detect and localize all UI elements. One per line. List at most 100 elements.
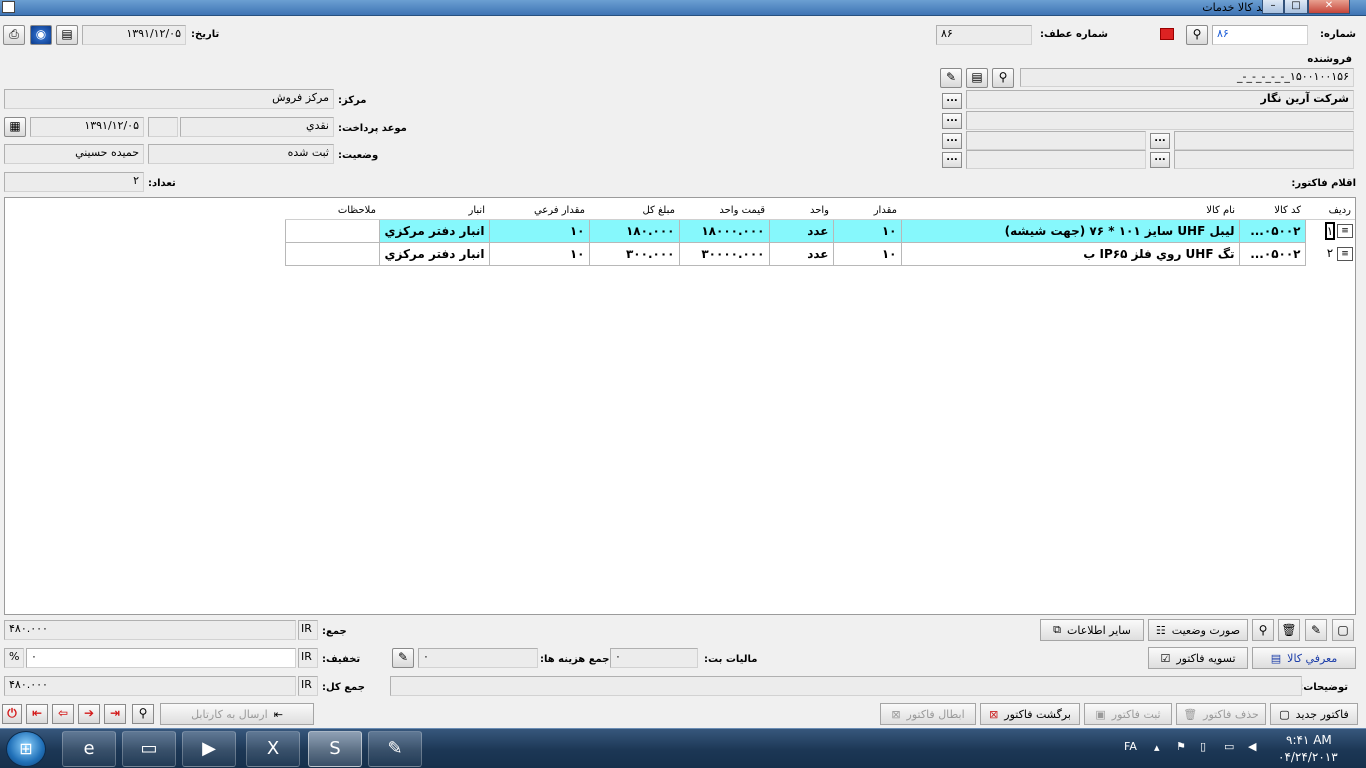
payment-date-field[interactable]: ۱۳۹۱/۱۲/۰۵ bbox=[30, 117, 144, 137]
cell-notes[interactable] bbox=[285, 241, 381, 266]
cell-unit-price[interactable]: ۳۰۰۰۰.۰۰۰ bbox=[678, 241, 770, 266]
seller-field-3a[interactable] bbox=[1174, 131, 1354, 150]
start-button[interactable]: ⊞ bbox=[6, 731, 46, 767]
seller-name-field[interactable]: شركت آرين نگار bbox=[966, 90, 1354, 109]
payment-days-field[interactable] bbox=[148, 117, 178, 137]
delete-invoice-button[interactable]: حذف فاكتور 🗑 bbox=[1176, 703, 1266, 725]
col-notes[interactable]: ملاحظات bbox=[285, 202, 380, 220]
cell-total[interactable]: ۱۸۰.۰۰۰ bbox=[588, 218, 680, 243]
monitor-icon[interactable]: ▭ bbox=[1224, 740, 1234, 753]
cell-qty[interactable]: ۱۰ bbox=[832, 241, 902, 266]
row-number-cell[interactable]: ≡ ۲ bbox=[1305, 242, 1355, 265]
items-grid[interactable]: رديف كد كالا نام كالا مقدار واحد قيمت وا… bbox=[4, 197, 1356, 615]
col-unit-price[interactable]: قيمت واحد bbox=[679, 202, 769, 220]
search-binoculars-icon[interactable]: ⚲ bbox=[1186, 25, 1208, 45]
seller-code-field[interactable]: ۱۵۰۰۱۰۰۱۵۶_-_-_-_-_-_ bbox=[1020, 68, 1354, 87]
center-field[interactable]: مركز فروش bbox=[4, 89, 334, 109]
seller-field-2[interactable] bbox=[966, 111, 1354, 130]
seller-more-button-2[interactable]: ... bbox=[942, 113, 962, 129]
seller-card-icon[interactable]: ▤ bbox=[966, 68, 988, 88]
previous-record-icon[interactable]: ⇦ bbox=[52, 704, 74, 724]
seller-search-icon[interactable]: ⚲ bbox=[992, 68, 1014, 88]
seller-more-button-3b[interactable]: ... bbox=[942, 133, 962, 149]
cancel-invoice-button[interactable]: ابطال فاكتور ⊠ bbox=[880, 703, 976, 725]
device-icon[interactable]: ▯ bbox=[1200, 740, 1206, 753]
new-invoice-button[interactable]: فاكتور جديد ▢ bbox=[1270, 703, 1358, 725]
row-number-cell[interactable]: ≡ ۱ bbox=[1305, 219, 1355, 242]
col-sub-qty[interactable]: مقدار فرعي bbox=[489, 202, 589, 220]
col-qty[interactable]: مقدار bbox=[833, 202, 901, 220]
clock-time[interactable]: ۹:۴۱ AM bbox=[1286, 733, 1332, 747]
cell-code[interactable]: ۰۵۰۰۲... bbox=[1238, 241, 1306, 266]
exit-power-icon[interactable]: ⏻ bbox=[2, 704, 22, 724]
cell-name[interactable]: ليبل UHF سايز ۱۰۱ * ۷۶ (جهت شيشه) bbox=[900, 218, 1240, 243]
cell-unit[interactable]: عدد bbox=[768, 241, 834, 266]
file-explorer-icon[interactable]: ▭ bbox=[122, 731, 176, 767]
other-info-button[interactable]: ساير اطلاعات ⧉ bbox=[1040, 619, 1144, 641]
seller-more-button-1[interactable]: ... bbox=[942, 93, 962, 109]
delete-item-icon[interactable]: 🗑 bbox=[1278, 619, 1300, 641]
seller-more-button-3a[interactable]: ... bbox=[1150, 133, 1170, 149]
accounting-app-icon[interactable]: S bbox=[308, 731, 362, 767]
ref-number-field[interactable]: ۸۶ bbox=[936, 25, 1032, 45]
search-item-icon[interactable]: ⚲ bbox=[1252, 619, 1274, 641]
cell-warehouse[interactable]: انبار دفتر مركزي bbox=[379, 241, 490, 266]
seller-field-4b[interactable] bbox=[966, 150, 1146, 169]
cell-sub-qty[interactable]: ۱۰ bbox=[488, 218, 590, 243]
cell-notes[interactable] bbox=[285, 218, 381, 243]
seller-field-3b[interactable] bbox=[966, 131, 1146, 150]
internet-explorer-icon[interactable]: e bbox=[62, 731, 116, 767]
last-record-icon[interactable]: ⇥ bbox=[104, 704, 126, 724]
calendar-icon[interactable]: ▦ bbox=[4, 117, 26, 137]
seller-more-button-4a[interactable]: ... bbox=[1150, 152, 1170, 168]
minimize-button[interactable]: – bbox=[1262, 0, 1284, 14]
seller-edit-icon[interactable]: ✎ bbox=[940, 68, 962, 88]
col-name[interactable]: نام كالا bbox=[901, 202, 1239, 220]
printer-icon[interactable]: ⎙ bbox=[3, 25, 25, 45]
cell-unit[interactable]: عدد bbox=[768, 218, 834, 243]
volume-muted-icon[interactable]: ◀ bbox=[1248, 740, 1256, 753]
tray-expand-icon[interactable]: ▴ bbox=[1154, 741, 1160, 754]
excel-icon[interactable]: X bbox=[246, 731, 300, 767]
col-total[interactable]: مبلغ كل bbox=[589, 202, 679, 220]
col-code[interactable]: كد كالا bbox=[1239, 202, 1305, 220]
new-item-icon[interactable]: ▢ bbox=[1332, 619, 1354, 641]
media-player-icon[interactable]: ▶ bbox=[182, 731, 236, 767]
next-record-icon[interactable]: ➔ bbox=[78, 704, 100, 724]
row-document-icon[interactable]: ≡ bbox=[1337, 224, 1353, 238]
col-unit[interactable]: واحد bbox=[769, 202, 833, 220]
introduce-goods-button[interactable]: معرفي كالا ▤ bbox=[1252, 647, 1356, 669]
close-button[interactable]: ✕ bbox=[1308, 0, 1350, 14]
cell-total[interactable]: ۳۰۰.۰۰۰ bbox=[588, 241, 680, 266]
col-row[interactable]: رديف bbox=[1305, 202, 1355, 220]
payment-field[interactable]: نقدي bbox=[180, 117, 334, 137]
globe-icon[interactable]: ◉ bbox=[30, 25, 52, 45]
save-invoice-button[interactable]: ثبت فاكتور ▣ bbox=[1084, 703, 1172, 725]
return-invoice-button[interactable]: برگشت فاكتور ⊠ bbox=[980, 703, 1080, 725]
find-binoculars-icon[interactable]: ⚲ bbox=[132, 704, 154, 724]
cell-warehouse[interactable]: انبار دفتر مركزي bbox=[379, 218, 490, 243]
cell-unit-price[interactable]: ۱۸۰۰۰.۰۰۰ bbox=[678, 218, 770, 243]
paint-icon[interactable]: ✎ bbox=[368, 731, 422, 767]
table-row[interactable]: ≡ ۱ ۰۵۰۰۲... ليبل UHF سايز ۱۰۱ * ۷۶ (جهت… bbox=[285, 218, 1355, 243]
first-record-icon[interactable]: ⇤ bbox=[26, 704, 48, 724]
row-document-icon[interactable]: ≡ bbox=[1337, 246, 1353, 261]
cell-sub-qty[interactable]: ۱۰ bbox=[488, 241, 590, 266]
language-indicator[interactable]: FA bbox=[1124, 740, 1137, 753]
send-kardex-button[interactable]: ⇤ ارسال به كارتابل bbox=[160, 703, 314, 725]
discount-percent[interactable]: % bbox=[4, 648, 24, 668]
date-field[interactable]: ۱۳۹۱/۱۲/۰۵ bbox=[82, 25, 186, 45]
seller-field-4a[interactable] bbox=[1174, 150, 1354, 169]
col-warehouse[interactable]: انبار bbox=[379, 202, 489, 220]
number-field[interactable]: ۸۶ bbox=[1212, 25, 1308, 45]
settle-invoice-button[interactable]: تسويه فاكتور ☑ bbox=[1148, 647, 1248, 669]
network-flag-icon[interactable]: ⚑ bbox=[1176, 740, 1186, 753]
cell-qty[interactable]: ۱۰ bbox=[832, 218, 902, 243]
maximize-button[interactable]: □ bbox=[1284, 0, 1308, 14]
edit-item-icon[interactable]: ✎ bbox=[1305, 619, 1327, 641]
document-icon[interactable]: ▤ bbox=[56, 25, 78, 45]
seller-more-button-4b[interactable]: ... bbox=[942, 152, 962, 168]
discount-field[interactable]: ۰ bbox=[26, 648, 296, 668]
expenses-edit-icon[interactable]: ✎ bbox=[392, 648, 414, 668]
description-field[interactable] bbox=[390, 676, 1302, 696]
